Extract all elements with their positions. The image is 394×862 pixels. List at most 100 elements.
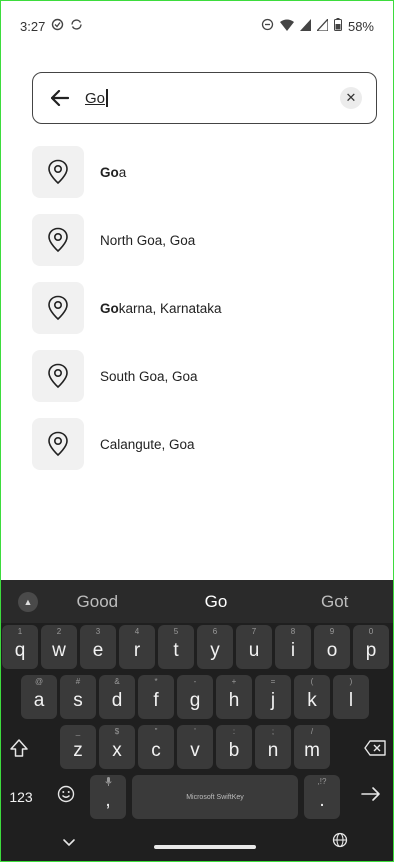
- key-h[interactable]: + h: [216, 675, 252, 719]
- numbers-key[interactable]: 123: [4, 775, 38, 819]
- location-pin-icon: [32, 282, 84, 334]
- location-pin-icon: [32, 350, 84, 402]
- sync-outline-icon: [70, 18, 83, 34]
- home-gesture-bar[interactable]: [154, 845, 256, 849]
- key-label: m: [304, 740, 320, 761]
- key-hint: #: [75, 677, 81, 686]
- period-key[interactable]: ,!? .: [304, 775, 340, 819]
- key-label: l: [348, 690, 354, 711]
- prediction-bar: ▲ Good Go Got: [0, 580, 394, 623]
- key-d[interactable]: & d: [99, 675, 135, 719]
- suggestion-label: Gokarna, Karnataka: [100, 300, 222, 316]
- comma-key[interactable]: ,: [90, 775, 126, 819]
- key-b[interactable]: :b: [216, 725, 252, 769]
- suggestion-item-north-goa[interactable]: North Goa, Goa: [32, 214, 372, 266]
- location-pin-icon: [32, 214, 84, 266]
- key-u[interactable]: 7u: [236, 625, 272, 669]
- location-pin-icon: [32, 418, 84, 470]
- prediction-right[interactable]: Got: [275, 592, 394, 612]
- do-not-disturb-icon: [261, 18, 274, 34]
- key-i[interactable]: 8i: [275, 625, 311, 669]
- key-j[interactable]: = j: [255, 675, 291, 719]
- status-bar: 3:27 58%: [0, 0, 394, 52]
- clear-search-button[interactable]: ✕: [340, 87, 362, 109]
- suggestion-item-gokarna[interactable]: Gokarna, Karnataka: [32, 282, 372, 334]
- key-r[interactable]: 4r: [119, 625, 155, 669]
- key-x[interactable]: $ x: [99, 725, 135, 769]
- suggestion-item-goa[interactable]: Goa: [32, 146, 372, 198]
- emoji-key[interactable]: [48, 775, 84, 819]
- key-label: j: [270, 690, 276, 711]
- key-hint: +: [231, 677, 237, 686]
- battery-percent: 58%: [347, 18, 374, 34]
- key-w[interactable]: 2w: [41, 625, 77, 669]
- key-label: r: [133, 640, 141, 661]
- search-query-text[interactable]: Go: [85, 89, 340, 107]
- prediction-middle[interactable]: Go: [157, 592, 276, 612]
- key-hint: 5: [173, 627, 179, 636]
- key-hint: 2: [56, 627, 62, 636]
- numbers-key-label: 123: [9, 789, 33, 805]
- key-label: z: [73, 740, 83, 761]
- key-l[interactable]: ) l: [333, 675, 369, 719]
- key-z[interactable]: _ z: [60, 725, 96, 769]
- enter-key[interactable]: [352, 775, 390, 819]
- key-n[interactable]: ; n: [255, 725, 291, 769]
- key-m[interactable]: / m: [294, 725, 330, 769]
- key-f[interactable]: * f: [138, 675, 174, 719]
- key-hint: $: [114, 727, 120, 736]
- chevron-up-icon[interactable]: ▲: [18, 591, 38, 612]
- suggestion-label: Goa: [100, 164, 127, 180]
- status-right: 58%: [261, 16, 374, 34]
- navigation-bar: [0, 827, 394, 862]
- arrow-right-icon: [361, 786, 381, 808]
- globe-icon[interactable]: [332, 832, 348, 853]
- key-hint: :: [232, 727, 236, 736]
- key-label: h: [228, 690, 240, 711]
- key-s[interactable]: # s: [60, 675, 96, 719]
- key-label: u: [248, 640, 260, 661]
- key-hint: ): [349, 677, 353, 686]
- key-k[interactable]: (k: [294, 675, 330, 719]
- key-hint: _: [75, 727, 81, 736]
- key-hint: 6: [212, 627, 218, 636]
- key-hint: 8: [290, 627, 296, 636]
- key-t[interactable]: 5t: [158, 625, 194, 669]
- key-hint: @: [34, 677, 44, 686]
- suggestion-label: North Goa, Goa: [100, 232, 196, 248]
- search-input[interactable]: Go ✕: [32, 72, 377, 124]
- space-bar[interactable]: Microsoft SwiftKey: [132, 775, 298, 819]
- key-a[interactable]: @ a: [21, 675, 57, 719]
- backspace-key[interactable]: [356, 725, 394, 769]
- key-hint: (: [310, 677, 314, 686]
- prediction-left[interactable]: Good: [38, 592, 157, 612]
- back-arrow-icon[interactable]: [51, 88, 71, 108]
- shift-key[interactable]: [0, 725, 38, 769]
- signal-icon: [315, 16, 329, 34]
- suggestion-list: Goa North Goa, Goa Gokarna, Karnataka So…: [32, 146, 372, 486]
- suggestion-item-south-goa[interactable]: South Goa, Goa: [32, 350, 372, 402]
- key-label: v: [190, 740, 200, 761]
- chevron-down-icon[interactable]: [62, 835, 76, 853]
- key-o[interactable]: 9o: [314, 625, 350, 669]
- key-label: y: [210, 640, 220, 661]
- status-left: 3:27: [20, 18, 83, 34]
- key-g[interactable]: -g: [177, 675, 213, 719]
- key-p[interactable]: 0p: [353, 625, 389, 669]
- key-hint: =: [270, 677, 276, 686]
- key-label: g: [189, 690, 201, 711]
- suggestion-item-calangute[interactable]: Calangute, Goa: [32, 418, 372, 470]
- key-q[interactable]: 1q: [2, 625, 38, 669]
- key-c[interactable]: " c: [138, 725, 174, 769]
- key-y[interactable]: 6y: [197, 625, 233, 669]
- search-query: Go: [85, 89, 106, 107]
- key-label: c: [151, 740, 161, 761]
- key-label: q: [14, 640, 26, 661]
- status-time: 3:27: [20, 18, 46, 34]
- key-e[interactable]: 3e: [80, 625, 116, 669]
- key-label: t: [173, 640, 179, 661]
- key-hint: 3: [95, 627, 101, 636]
- signal-icon: [299, 18, 311, 34]
- key-v[interactable]: ' v: [177, 725, 213, 769]
- key-hint: 1: [17, 627, 23, 636]
